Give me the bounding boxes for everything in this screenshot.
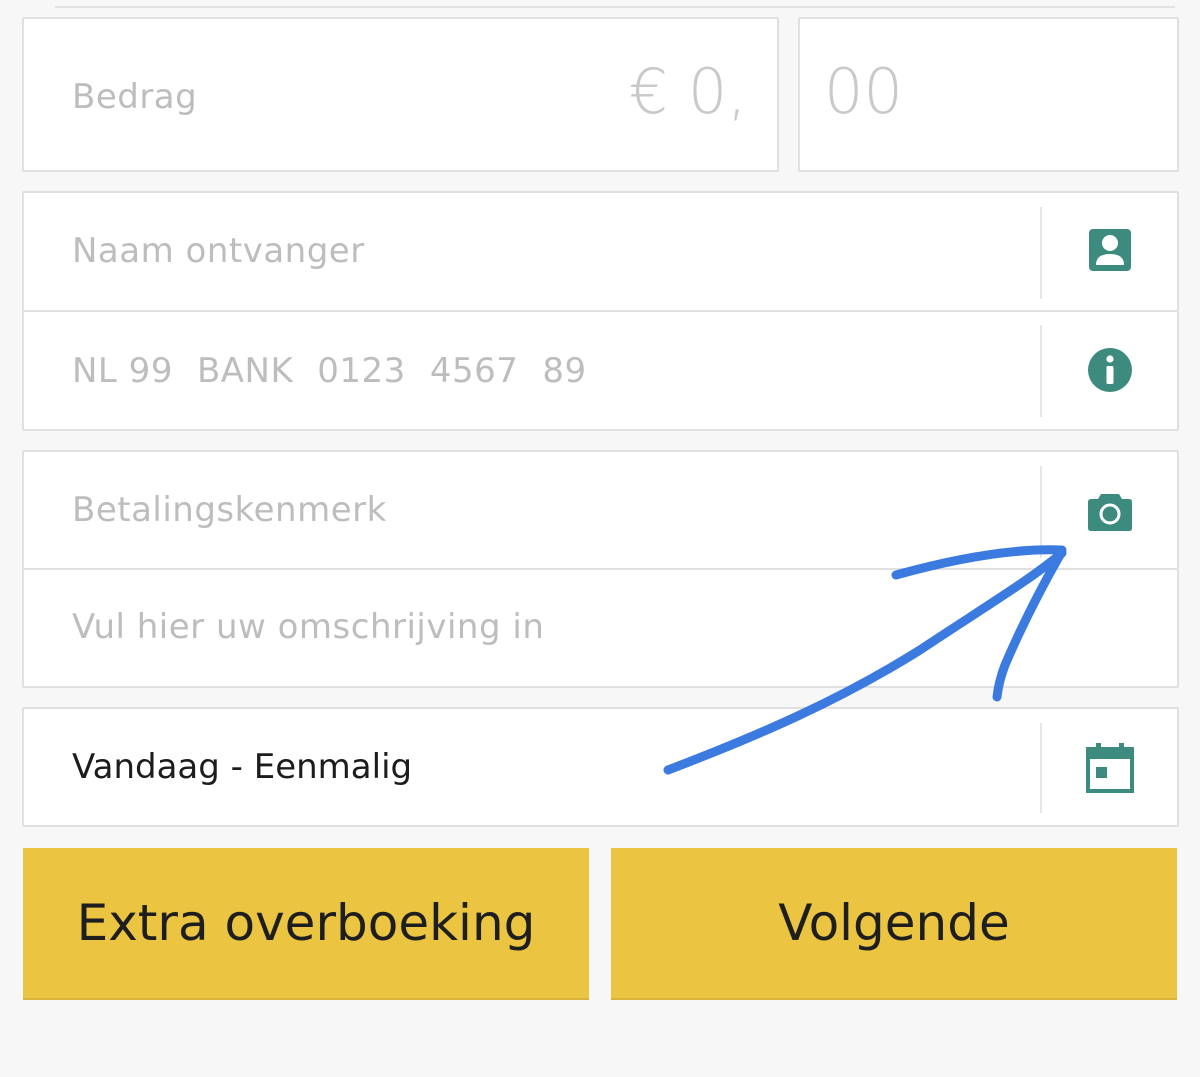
iban-part: NL 99	[72, 351, 173, 391]
description-input[interactable]: Vul hier uw omschrijving in	[72, 607, 544, 647]
iban-input[interactable]: NL 99 BANK 0123 4567 89	[72, 351, 611, 391]
extra-transfer-button[interactable]: Extra overboeking	[23, 848, 589, 998]
recipient-row-divider	[24, 310, 1177, 312]
schedule-divider	[1040, 723, 1042, 813]
amount-euro-placeholder: € 0,	[628, 55, 747, 128]
iban-part: 4567	[429, 351, 519, 391]
next-button[interactable]: Volgende	[611, 848, 1177, 998]
amount-cents-field[interactable]: 00	[798, 17, 1179, 172]
reference-divider	[1040, 466, 1042, 558]
iban-divider	[1040, 325, 1042, 417]
iban-part: BANK	[196, 351, 294, 391]
recipient-group: Naam ontvanger NL 99 BANK 0123 4567 89	[22, 191, 1179, 431]
amount-label: Bedrag	[72, 77, 198, 117]
amount-field[interactable]: Bedrag € 0,	[22, 17, 779, 172]
cents-placeholder: 00	[824, 55, 903, 128]
schedule-field[interactable]: Vandaag - Eenmalig	[22, 707, 1179, 827]
iban-part: 0123	[317, 351, 406, 391]
reference-group: Betalingskenmerk Vul hier uw omschrijvin…	[22, 450, 1179, 688]
contact-card-icon[interactable]	[1087, 227, 1133, 273]
schedule-value: Vandaag - Eenmalig	[72, 747, 413, 787]
iban-part: 89	[542, 351, 587, 391]
transfer-form-screen: Bedrag € 0, 00 Naam ontvanger NL 99 BANK 0…	[0, 0, 1200, 1077]
info-icon[interactable]	[1087, 347, 1133, 393]
recipient-name-input[interactable]: Naam ontvanger	[72, 231, 365, 271]
payment-reference-input[interactable]: Betalingskenmerk	[72, 490, 387, 530]
reference-row-divider	[24, 568, 1177, 570]
calendar-icon[interactable]	[1086, 743, 1134, 793]
recipient-name-divider	[1040, 207, 1042, 299]
camera-icon[interactable]	[1087, 488, 1133, 534]
previous-field-edge	[55, 0, 1175, 8]
